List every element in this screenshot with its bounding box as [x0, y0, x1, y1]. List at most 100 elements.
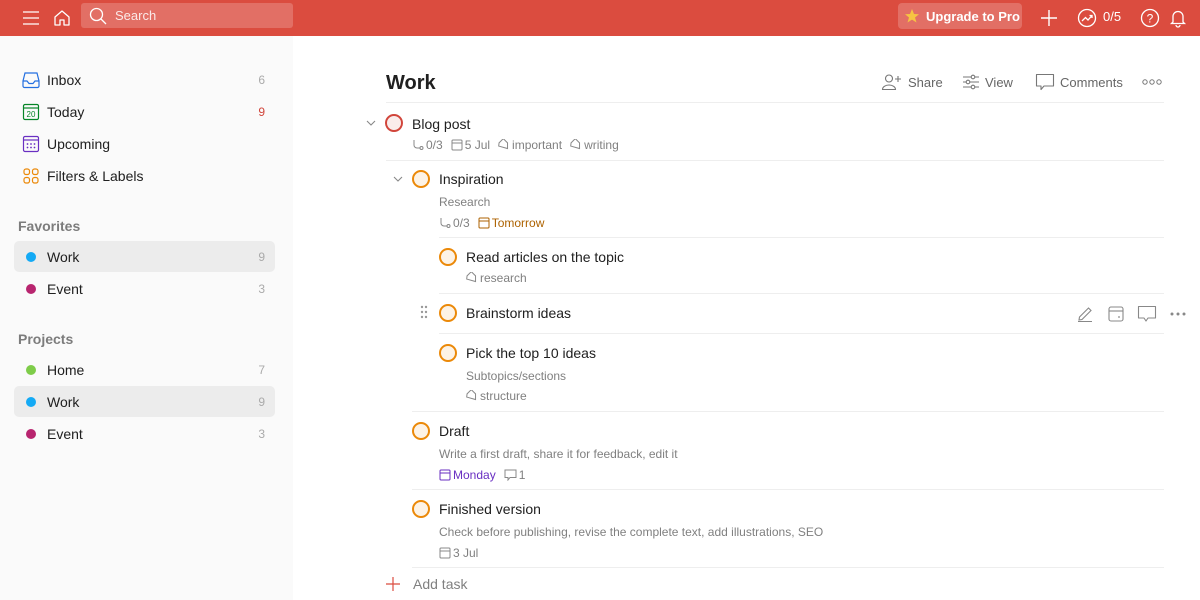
task-name[interactable]: Pick the top 10 ideas: [466, 345, 596, 361]
sidebar-item-label: Home: [47, 361, 85, 378]
chevron-down-icon[interactable]: [365, 117, 377, 129]
sidebar-item-label: Today: [47, 103, 85, 120]
task-name[interactable]: Finished version: [439, 501, 541, 517]
task-name[interactable]: Draft: [439, 423, 469, 439]
divider: [412, 567, 1164, 568]
sidebar-item-count: 3: [258, 281, 265, 296]
chevron-down-icon[interactable]: [392, 173, 404, 185]
sidebar-favorite-work[interactable]: Work 9: [14, 241, 275, 272]
plus-icon[interactable]: [1035, 4, 1063, 32]
task-name[interactable]: Read articles on the topic: [466, 249, 624, 265]
comment-count[interactable]: 1: [504, 468, 525, 482]
view-button[interactable]: View: [962, 72, 1013, 92]
calendar-icon: [439, 469, 451, 481]
calendar-icon: [439, 547, 451, 559]
task-checkbox[interactable]: [412, 170, 430, 188]
comment-icon[interactable]: [1135, 302, 1159, 326]
sidebar-item-upcoming[interactable]: Upcoming: [14, 128, 275, 159]
task-meta: 0/3 Tomorrow: [439, 216, 552, 230]
task-name[interactable]: Inspiration: [439, 171, 504, 187]
subtask-count: 0/3: [439, 216, 470, 230]
due-date[interactable]: Tomorrow: [478, 216, 544, 230]
sidebar: Inbox 6 20 Today 9 Upcoming Filters & La…: [0, 36, 293, 600]
task-checkbox[interactable]: [439, 304, 457, 322]
due-date[interactable]: Monday: [439, 468, 496, 482]
sidebar-project-work[interactable]: Work 9: [14, 386, 275, 417]
project-color-dot: [26, 428, 36, 439]
favorites-title[interactable]: Favorites: [18, 218, 80, 234]
sidebar-item-count: 9: [258, 249, 265, 264]
task-meta: 3 Jul: [439, 546, 486, 560]
home-icon[interactable]: [48, 4, 76, 32]
divider: [386, 102, 1164, 103]
karma-icon[interactable]: [1073, 4, 1101, 32]
projects-title[interactable]: Projects: [18, 331, 73, 347]
comments-button[interactable]: Comments: [1035, 72, 1123, 92]
sidebar-favorite-event[interactable]: Event 3: [14, 273, 275, 304]
project-color-dot: [26, 283, 36, 294]
menu-icon[interactable]: [17, 4, 45, 32]
more-icon[interactable]: [1166, 302, 1190, 326]
top-bar: Search Upgrade to Pro 0/5 ?: [0, 0, 1200, 36]
help-icon[interactable]: ?: [1136, 4, 1164, 32]
add-task-button[interactable]: Add task: [386, 576, 467, 592]
search-input[interactable]: Search: [81, 3, 293, 28]
sidebar-item-count: 9: [258, 104, 265, 119]
task-name[interactable]: Brainstorm ideas: [466, 305, 571, 321]
subtask-count: 0/3: [412, 138, 443, 152]
due-date[interactable]: 3 Jul: [439, 546, 478, 560]
label-tag[interactable]: important: [498, 138, 562, 152]
task-meta: Monday 1: [439, 468, 533, 482]
share-label: Share: [908, 74, 943, 90]
sidebar-item-label: Work: [47, 393, 80, 410]
upgrade-button[interactable]: Upgrade to Pro: [898, 3, 1022, 29]
sidebar-item-label: Work: [47, 248, 80, 265]
share-button[interactable]: Share: [881, 72, 943, 92]
sidebar-item-filters-labels[interactable]: Filters & Labels: [14, 160, 275, 191]
sidebar-item-label: Event: [47, 425, 83, 442]
sidebar-item-count: 9: [258, 394, 265, 409]
sidebar-item-count: 6: [258, 72, 265, 87]
task-checkbox[interactable]: [412, 422, 430, 440]
edit-icon[interactable]: [1073, 302, 1097, 326]
task-description: Check before publishing, revise the comp…: [439, 525, 824, 539]
sidebar-item-today[interactable]: 20 Today 9: [14, 96, 275, 127]
task-checkbox[interactable]: [385, 114, 403, 132]
divider: [439, 333, 1164, 334]
sidebar-project-event[interactable]: Event 3: [14, 418, 275, 449]
more-options-button[interactable]: [1142, 72, 1162, 92]
schedule-icon[interactable]: [1104, 302, 1128, 326]
label-tag[interactable]: research: [466, 271, 527, 285]
divider: [439, 293, 1164, 294]
comment-icon: [1035, 73, 1055, 91]
tag-icon: [570, 139, 581, 150]
task-checkbox[interactable]: [439, 248, 457, 266]
task-meta: structure: [466, 389, 535, 403]
sidebar-item-inbox[interactable]: Inbox 6: [14, 64, 275, 95]
task-meta: 0/3 5 Jul important writing: [412, 138, 627, 152]
task-checkbox[interactable]: [412, 500, 430, 518]
sliders-icon: [963, 74, 979, 90]
task-name[interactable]: Blog post: [412, 116, 470, 132]
task-description: Research: [439, 195, 491, 209]
comments-label: Comments: [1060, 74, 1123, 90]
drag-handle-icon[interactable]: [420, 305, 428, 319]
task-description: Subtopics/sections: [466, 369, 567, 383]
divider: [439, 237, 1164, 238]
label-tag[interactable]: structure: [466, 389, 527, 403]
project-color-dot: [26, 396, 36, 407]
task-meta: research: [466, 271, 535, 285]
tag-icon: [498, 139, 509, 150]
due-date[interactable]: 5 Jul: [451, 138, 490, 152]
add-task-label: Add task: [413, 576, 468, 592]
sidebar-project-home[interactable]: Home 7: [14, 354, 275, 385]
main-content: Work Share View Comments Blog post 0/3 5…: [293, 36, 1200, 600]
karma-count[interactable]: 0/5: [1103, 9, 1121, 24]
filters-icon: [22, 167, 40, 185]
divider: [412, 411, 1164, 412]
label-tag[interactable]: writing: [570, 138, 619, 152]
project-color-dot: [26, 251, 36, 262]
task-checkbox[interactable]: [439, 344, 457, 362]
inbox-icon: [22, 71, 40, 89]
bell-icon[interactable]: [1164, 4, 1192, 32]
